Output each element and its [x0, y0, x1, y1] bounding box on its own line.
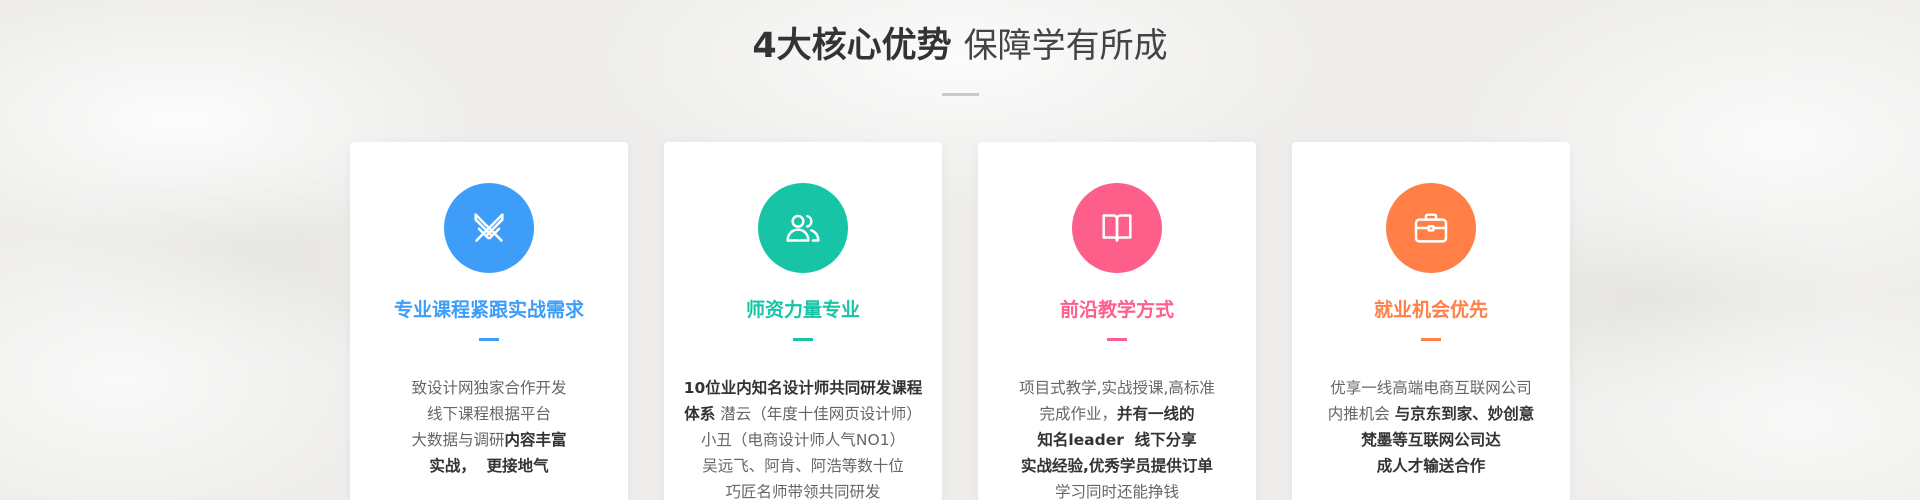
line-text-emphasis: 内容丰富 — [504, 431, 567, 449]
advantage-card-employment: 就业机会优先 优享一线高端电商互联网公司 内推机会 与京东到家、妙创意 梵墨等互… — [1292, 142, 1570, 500]
line-text-emphasis: 并有一线的 — [1117, 405, 1195, 423]
line-text-emphasis: 10位业内知名设计师共同研发课程 — [683, 379, 923, 397]
advantage-card-curriculum: 专业课程紧跟实战需求 致设计网独家合作开发 线下课程根据平台 大数据与调研内容丰… — [350, 142, 628, 500]
card-description: 致设计网独家合作开发 线下课程根据平台 大数据与调研内容丰富 实战， 更接地气 — [350, 375, 628, 479]
description-line: 吴远飞、阿肯、阿浩等数十位 — [664, 453, 942, 479]
card-title: 就业机会优先 — [1373, 299, 1488, 321]
description-line: 10位业内知名设计师共同研发课程 — [664, 375, 942, 401]
section-title-bold: 4大核心优势 — [752, 26, 952, 66]
advantages-section: 4大核心优势 保障学有所成 专业课程紧跟实战需求 致设计网独家合作开发 线下课程… — [0, 0, 1920, 500]
advantage-cards: 专业课程紧跟实战需求 致设计网独家合作开发 线下课程根据平台 大数据与调研内容丰… — [350, 142, 1570, 500]
line-text: 潜云（年度十佳网页设计师） — [715, 405, 922, 423]
description-line: 优享一线高端电商互联网公司 — [1292, 375, 1570, 401]
line-text: 大数据与调研 — [411, 431, 505, 449]
line-text-emphasis: 体系 — [684, 405, 716, 423]
description-line: 巧匠名师带领共同研发 — [664, 479, 942, 500]
briefcase-icon — [1386, 183, 1476, 273]
line-text: 致设计网独家合作开发 — [411, 379, 567, 397]
description-line: 实战， 更接地气 — [350, 453, 628, 479]
card-description: 10位业内知名设计师共同研发课程 体系 潜云（年度十佳网页设计师） 小丑（电商设… — [664, 375, 942, 500]
section-title-normal: 保障学有所成 — [963, 26, 1168, 66]
line-text: 吴远飞、阿肯、阿浩等数十位 — [702, 457, 904, 475]
advantage-card-teachers: 师资力量专业 10位业内知名设计师共同研发课程 体系 潜云（年度十佳网页设计师）… — [664, 142, 942, 500]
line-text: 小丑（电商设计师人气NO1） — [700, 431, 906, 449]
card-title: 师资力量专业 — [745, 299, 860, 321]
description-line: 项目式教学,实战授课,高标准 — [978, 375, 1256, 401]
description-line: 学习同时还能挣钱 — [978, 479, 1256, 500]
section-title: 4大核心优势 保障学有所成 — [0, 24, 1920, 68]
line-text-emphasis: 实战经验,优秀学员提供订单 — [1021, 457, 1213, 475]
accent-line — [479, 338, 499, 341]
description-line: 线下课程根据平台 — [350, 401, 628, 427]
card-description: 优享一线高端电商互联网公司 内推机会 与京东到家、妙创意 梵墨等互联网公司达 成… — [1292, 375, 1570, 479]
line-text-emphasis: 与京东到家、妙创意 — [1394, 405, 1535, 423]
line-text: 项目式教学,实战授课,高标准 — [1019, 379, 1215, 397]
line-text: 学习同时还能挣钱 — [1054, 483, 1179, 500]
accent-line — [1421, 338, 1441, 341]
description-line: 知名leader 线下分享 — [978, 427, 1256, 453]
crossed-swords-icon — [444, 183, 534, 273]
description-line: 体系 潜云（年度十佳网页设计师） — [664, 401, 942, 427]
description-line: 内推机会 与京东到家、妙创意 — [1292, 401, 1570, 427]
line-text-emphasis: 实战， 更接地气 — [429, 457, 549, 475]
card-title: 前沿教学方式 — [1059, 299, 1174, 321]
description-line: 实战经验,优秀学员提供订单 — [978, 453, 1256, 479]
line-text: 内推机会 — [1327, 405, 1395, 423]
line-text-emphasis: 知名leader 线下分享 — [1037, 431, 1197, 449]
advantage-card-teaching-method: 前沿教学方式 项目式教学,实战授课,高标准 完成作业，并有一线的 知名leade… — [978, 142, 1256, 500]
line-text: 完成作业， — [1039, 405, 1117, 423]
card-title: 专业课程紧跟实战需求 — [393, 299, 584, 321]
accent-line — [1107, 338, 1127, 341]
description-line: 完成作业，并有一线的 — [978, 401, 1256, 427]
accent-line — [793, 338, 813, 341]
line-text: 线下课程根据平台 — [426, 405, 551, 423]
line-text-emphasis: 成人才输送合作 — [1376, 457, 1486, 475]
line-text: 优享一线高端电商互联网公司 — [1330, 379, 1532, 397]
card-description: 项目式教学,实战授课,高标准 完成作业，并有一线的 知名leader 线下分享 … — [978, 375, 1256, 500]
line-text-emphasis: 梵墨等互联网公司达 — [1361, 431, 1501, 449]
description-line: 梵墨等互联网公司达 — [1292, 427, 1570, 453]
users-icon — [758, 183, 848, 273]
description-line: 成人才输送合作 — [1292, 453, 1570, 479]
title-divider — [942, 93, 979, 96]
description-line: 大数据与调研内容丰富 — [350, 427, 628, 453]
description-line: 致设计网独家合作开发 — [350, 375, 628, 401]
book-icon — [1072, 183, 1162, 273]
description-line: 小丑（电商设计师人气NO1） — [664, 427, 942, 453]
line-text: 巧匠名师带领共同研发 — [725, 483, 881, 500]
